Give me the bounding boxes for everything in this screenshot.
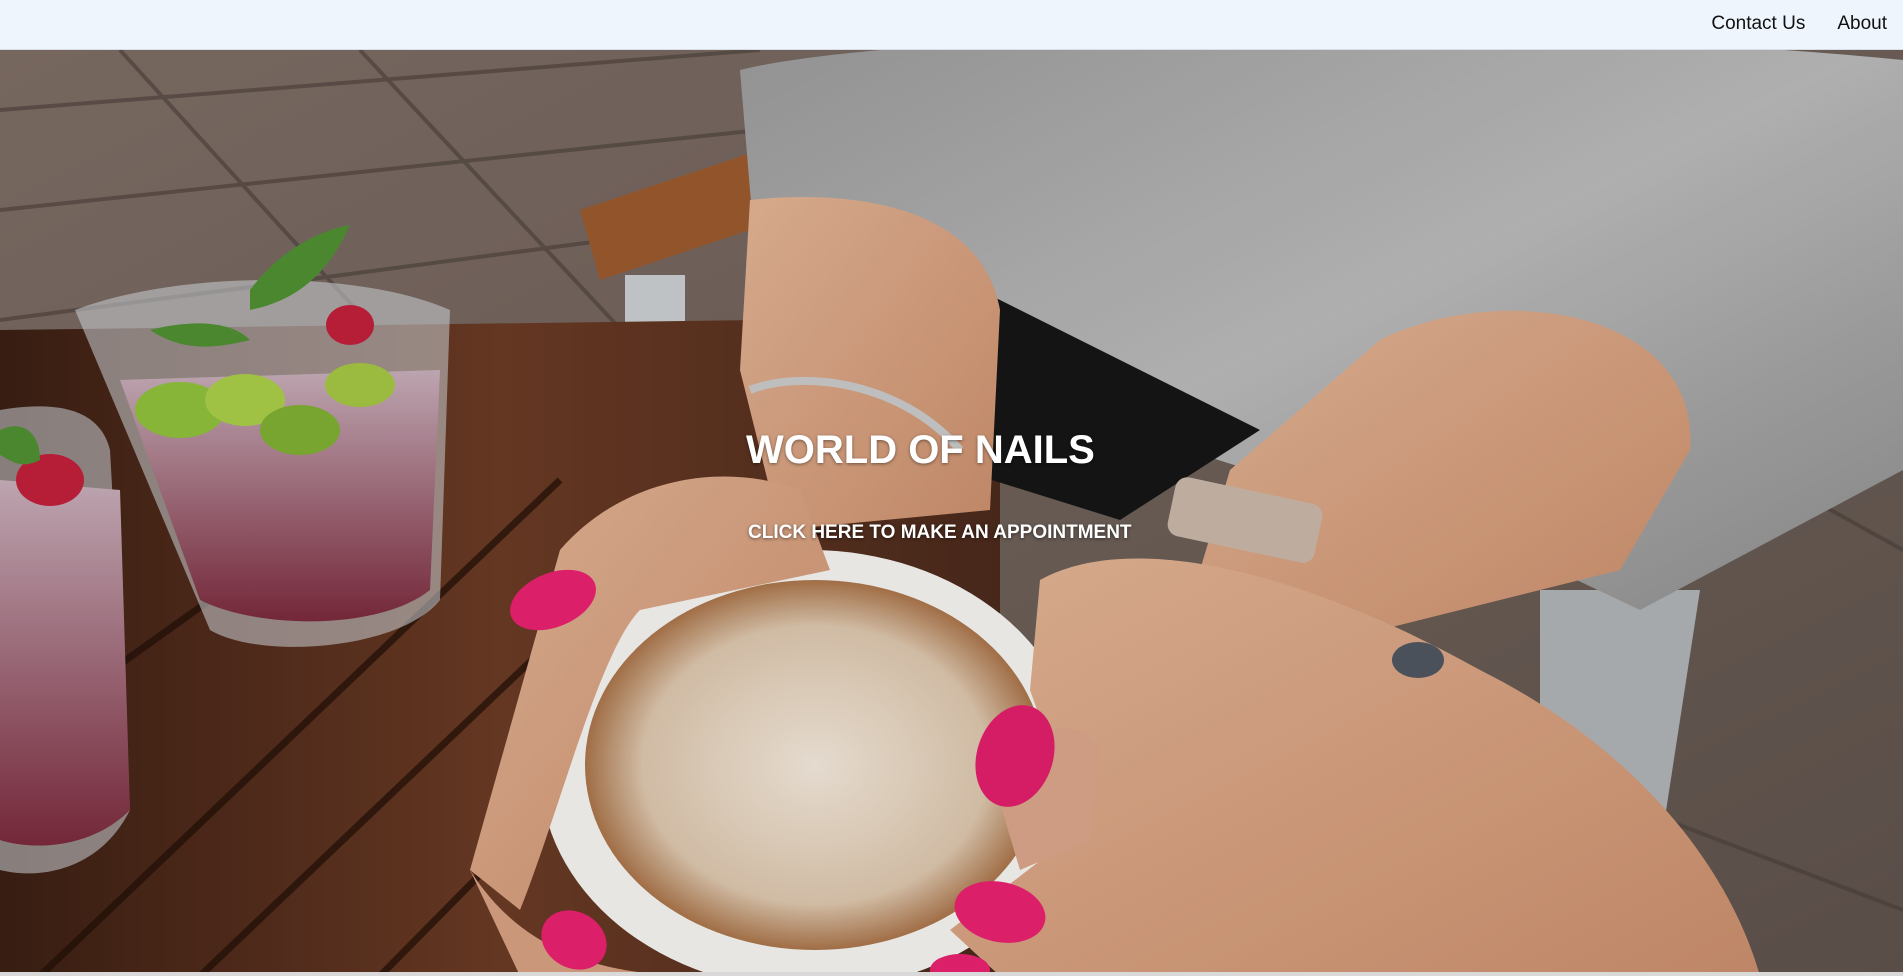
nav-links: Contact Us About	[1711, 0, 1887, 48]
nav-link-contact-us[interactable]: Contact Us	[1711, 13, 1805, 35]
nav-link-about[interactable]: About	[1837, 13, 1887, 35]
hero-background-photo	[0, 50, 1903, 976]
make-appointment-link[interactable]: CLICK HERE TO MAKE AN APPOINTMENT	[748, 522, 1132, 544]
bottom-edge-strip	[0, 972, 1903, 976]
hero-section: WORLD OF NAILS CLICK HERE TO MAKE AN APP…	[0, 50, 1903, 976]
top-navbar: Contact Us About	[0, 0, 1903, 50]
hero-title: WORLD OF NAILS	[746, 428, 1095, 472]
